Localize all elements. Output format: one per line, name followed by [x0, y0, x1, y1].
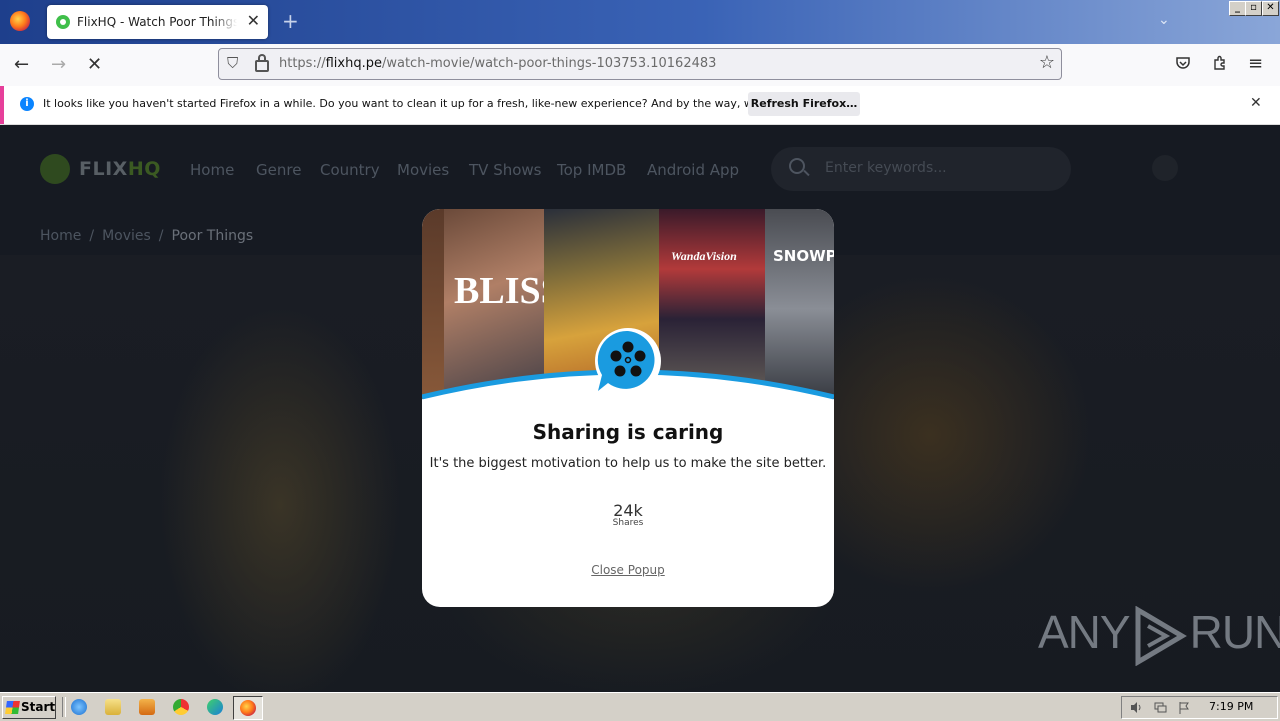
flixhq-favicon-icon [56, 15, 70, 29]
popup-subtitle: It's the biggest motivation to help us t… [429, 456, 827, 471]
site-logo[interactable]: FLIXHQ [79, 158, 161, 180]
bookmark-star-icon[interactable]: ☆ [1039, 52, 1055, 73]
windows-taskbar: Start 7:19 PM [0, 692, 1280, 721]
tracking-shield-icon[interactable]: ⛉ [227, 54, 238, 72]
site-search-box[interactable]: Enter keywords... [771, 147, 1071, 191]
refresh-firefox-button[interactable]: Refresh Firefox… [748, 92, 860, 116]
site-nav-home[interactable]: Home [190, 161, 234, 179]
notification-message: It looks like you haven't started Firefo… [43, 97, 827, 110]
firefox-icon [240, 700, 256, 716]
site-nav-tv-shows[interactable]: TV Shows [469, 161, 541, 179]
taskbar-firefox-active[interactable] [233, 696, 263, 720]
site-nav-movies[interactable]: Movies [397, 161, 449, 179]
back-arrow-icon[interactable]: ← [14, 54, 29, 75]
browser-tab-bar: FlixHQ - Watch Poor Things Free Sti ✕ + … [0, 0, 1280, 44]
stop-loading-icon[interactable]: ✕ [87, 54, 102, 75]
site-header: FLIXHQ Home Genre Country Movies TV Show… [0, 125, 1280, 215]
breadcrumb-home[interactable]: Home [40, 228, 81, 244]
media-player-icon[interactable] [139, 699, 155, 715]
anyrun-watermark: ANY RUN [1038, 605, 1280, 666]
site-nav-top-imdb[interactable]: Top IMDB [557, 161, 626, 179]
system-tray: 7:19 PM [1121, 696, 1278, 719]
flixhq-logo-icon[interactable] [40, 154, 70, 184]
browser-nav-bar: ← → ✕ ⛉ https://flixhq.pe/watch-movie/wa… [0, 44, 1280, 86]
browser-tab-active[interactable]: FlixHQ - Watch Poor Things Free Sti ✕ [47, 5, 268, 39]
start-button[interactable]: Start [2, 696, 56, 719]
taskbar-separator [62, 697, 66, 717]
tab-title: FlixHQ - Watch Poor Things Free Sti [77, 15, 237, 29]
url-bar[interactable]: ⛉ https://flixhq.pe/watch-movie/watch-po… [218, 48, 1062, 80]
action-center-flag-icon[interactable] [1178, 701, 1191, 714]
anyrun-play-logo-icon [1135, 605, 1187, 666]
edge-icon[interactable] [207, 699, 223, 715]
window-close-button[interactable]: ✕ [1262, 1, 1279, 16]
tab-close-icon[interactable]: ✕ [247, 11, 260, 30]
notification-accent-stripe [0, 86, 4, 124]
site-nav-country[interactable]: Country [320, 161, 380, 179]
taskbar-clock[interactable]: 7:19 PM [1209, 700, 1253, 713]
url-text[interactable]: https://flixhq.pe/watch-movie/watch-poor… [279, 56, 716, 71]
extensions-puzzle-icon[interactable] [1212, 55, 1228, 76]
share-count-label: Shares [612, 518, 644, 528]
volume-speaker-icon[interactable] [1130, 701, 1143, 714]
window-minimize-button[interactable]: _ [1229, 1, 1246, 16]
firefox-notification-bar: i It looks like you haven't started Fire… [0, 86, 1280, 125]
network-icon[interactable] [1154, 701, 1167, 714]
windows-flag-icon [5, 701, 20, 714]
popup-title: Sharing is caring [532, 420, 724, 444]
site-nav-genre[interactable]: Genre [256, 161, 301, 179]
forward-arrow-icon[interactable]: → [51, 54, 66, 75]
lock-icon[interactable] [255, 54, 269, 72]
breadcrumb-current: Poor Things [171, 228, 254, 244]
firefox-logo-icon[interactable] [10, 11, 30, 31]
internet-explorer-icon[interactable] [71, 699, 87, 715]
chrome-icon[interactable] [173, 699, 189, 715]
breadcrumb: Home / Movies / Poor Things [40, 228, 254, 244]
search-icon[interactable] [789, 158, 805, 174]
info-icon: i [20, 97, 34, 111]
pocket-icon[interactable] [1175, 55, 1191, 75]
file-explorer-folder-icon[interactable] [105, 699, 121, 715]
url-host: flixhq.pe [325, 56, 382, 71]
window-restore-button[interactable]: ▫ [1245, 1, 1262, 16]
new-tab-plus-icon[interactable]: + [282, 9, 299, 33]
notification-close-icon[interactable]: ✕ [1250, 95, 1262, 111]
breadcrumb-movies[interactable]: Movies [102, 228, 151, 244]
hamburger-menu-icon[interactable]: ≡ [1248, 53, 1263, 74]
user-account-icon[interactable] [1152, 155, 1178, 181]
close-popup-link[interactable]: Close Popup [422, 563, 834, 577]
sharing-popup: BLISS WandaVision SNOWPIE Sharing is car… [422, 209, 834, 607]
site-nav-android-app[interactable]: Android App [647, 161, 739, 179]
film-reel-chat-icon [595, 328, 661, 394]
list-all-tabs-chevron-icon[interactable]: ⌄ [1158, 12, 1170, 28]
popup-poster-collage: BLISS WandaVision SNOWPIE [422, 209, 834, 409]
site-search-input[interactable]: Enter keywords... [825, 160, 947, 176]
